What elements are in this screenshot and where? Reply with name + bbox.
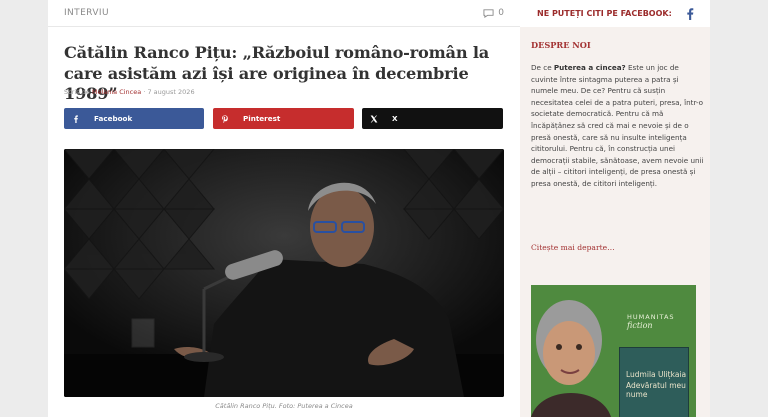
share-facebook-label: Facebook <box>94 114 133 123</box>
facebook-follow-text: NE PUTEȚI CITI PE FACEBOOK: <box>537 9 672 18</box>
share-pinterest-button[interactable]: Pinterest <box>213 108 354 129</box>
category-label[interactable]: INTERVIU <box>64 8 109 18</box>
byline: Scris de Melania Cincea · 7 august 2026 <box>64 88 195 96</box>
date-separator: · <box>143 88 146 96</box>
x-icon <box>370 115 378 122</box>
pinterest-icon <box>222 114 228 123</box>
about-heading: DESPRE NOI <box>531 40 591 50</box>
comment-count-value: 0 <box>498 8 504 18</box>
article-column: INTERVIU 0 Cătălin Ranco Pițu: „Războiul… <box>48 0 520 417</box>
ad-brand-sub: fiction <box>627 321 653 330</box>
page-gutter <box>710 0 768 417</box>
share-facebook-button[interactable]: Facebook <box>64 108 204 129</box>
article-photo <box>64 149 504 397</box>
ad-book-cover: Ludmila Ulițkaia Adevăratul meu nume <box>619 347 689 417</box>
facebook-icon <box>74 114 78 123</box>
sidebar: NE PUTEȚI CITI PE FACEBOOK: DESPRE NOI D… <box>520 0 710 417</box>
book-ad-banner[interactable]: HUMANITAS fiction Ludmila Ulițkaia Adevă… <box>531 285 696 417</box>
photo-caption: Cătălin Ranco Pițu. Foto: Puterea a Cinc… <box>215 402 353 410</box>
ad-book-title: Adevăratul meu nume <box>626 381 686 399</box>
share-pinterest-label: Pinterest <box>243 114 281 123</box>
about-rest: Este un joc de cuvinte între sintagma pu… <box>531 63 704 188</box>
facebook-icon[interactable] <box>686 7 694 20</box>
about-bold: Puterea a cincea? <box>553 63 626 72</box>
read-more-link[interactable]: Citește mai departe… <box>531 243 615 252</box>
interview-photo-illustration <box>64 149 504 397</box>
share-x-label: X <box>392 114 398 123</box>
about-intro: De ce <box>531 63 554 72</box>
ad-book-author: Ludmila Ulițkaia <box>626 370 687 379</box>
comment-count[interactable]: 0 <box>483 8 504 19</box>
share-x-button[interactable]: X <box>362 108 503 129</box>
byline-prefix: Scris de <box>64 88 90 96</box>
publish-date: 7 august 2026 <box>147 88 195 96</box>
ad-publisher-logo: HUMANITAS fiction <box>627 313 675 330</box>
facebook-follow-bar[interactable]: NE PUTEȚI CITI PE FACEBOOK: <box>520 0 710 27</box>
about-text: De ce Puterea a cincea? Este un joc de c… <box>531 62 707 190</box>
author-link[interactable]: Melania Cincea <box>92 88 141 96</box>
comment-icon <box>483 8 494 18</box>
ad-brand-name: HUMANITAS <box>627 313 675 321</box>
category-bar: INTERVIU 0 <box>48 0 520 27</box>
